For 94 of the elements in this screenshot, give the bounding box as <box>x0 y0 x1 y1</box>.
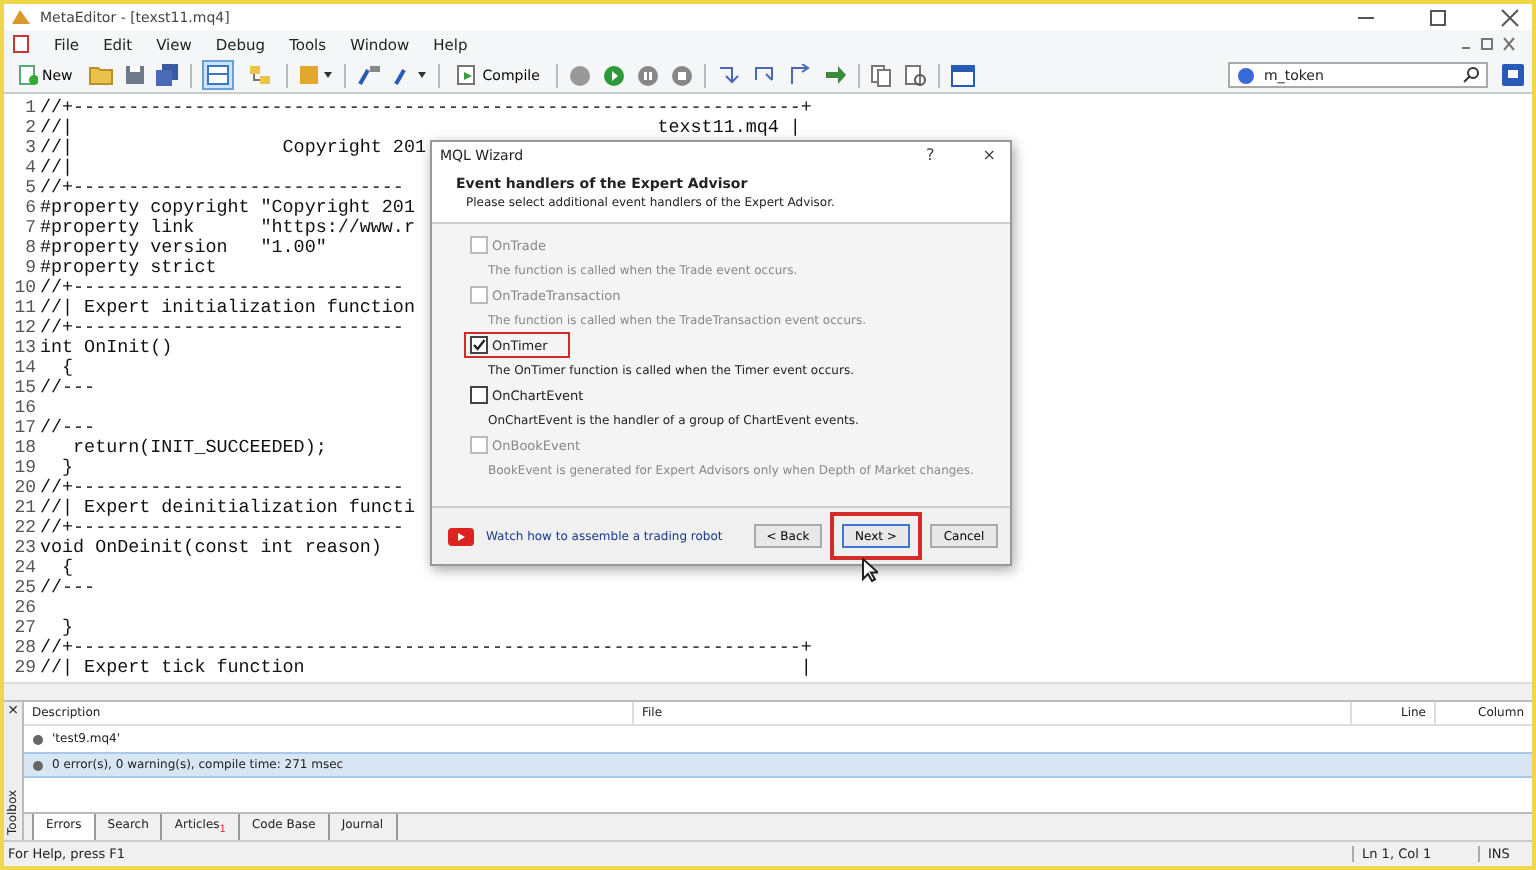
code-line: //+------------------------------ <box>40 518 404 538</box>
line-number: 22 <box>12 518 36 538</box>
code-line: //| texst11.mq4 | <box>40 118 801 138</box>
find-icon[interactable] <box>903 63 928 87</box>
line-number: 11 <box>12 298 36 318</box>
code-line: } <box>60 618 74 638</box>
code-line: //+------------------------------ <box>40 278 404 298</box>
code-line: //+------------------------------ <box>40 318 404 338</box>
view-toggle-button[interactable] <box>202 60 235 90</box>
code-line: #property version "1.00" <box>40 238 327 258</box>
line-number: 28 <box>12 638 36 658</box>
checkbox-icon <box>470 236 488 254</box>
line-number: 9 <box>23 258 36 278</box>
search-icon <box>1462 66 1480 84</box>
line-number: 8 <box>23 238 36 258</box>
close-icon[interactable] <box>1500 7 1520 27</box>
maximize-icon[interactable] <box>1428 7 1448 27</box>
save-all-icon[interactable] <box>156 64 181 86</box>
step-out-icon[interactable] <box>787 64 814 86</box>
pause-icon[interactable] <box>635 63 660 87</box>
line-number: 24 <box>12 558 36 578</box>
line-number: 1 <box>23 98 36 118</box>
code-line: { <box>60 558 74 578</box>
line-number: 14 <box>12 358 36 378</box>
line-number: 15 <box>12 378 36 398</box>
code-line: //+------------------------------ <box>40 178 404 198</box>
styler-icon[interactable] <box>298 64 335 86</box>
variable-icon[interactable] <box>356 64 383 86</box>
line-number: 12 <box>12 318 36 338</box>
compile-icon <box>456 64 479 86</box>
checkbox-icon <box>470 436 488 454</box>
checkbox-icon <box>470 336 488 354</box>
code-line: //+------------------------------------------------------------------+ <box>40 98 812 118</box>
line-number: 27 <box>12 618 36 638</box>
code-line: //+------------------------------------------------------------------+ <box>40 638 812 658</box>
code-line: //--- <box>40 378 96 398</box>
close-button[interactable]: × <box>976 146 1002 164</box>
folder-icon[interactable] <box>88 64 115 86</box>
debug-icon[interactable] <box>567 63 592 87</box>
code-line: //| Expert tick function | <box>40 658 812 678</box>
code-line: //--- <box>40 578 96 598</box>
code-line: //+------------------------------ <box>40 478 404 498</box>
code-line: return(INIT_SUCCEEDED); <box>71 438 327 458</box>
line-number: 4 <box>23 158 36 178</box>
code-line: int OnInit() <box>40 338 173 358</box>
horizontal-scrollbar[interactable] <box>4 682 1532 700</box>
line-number: 29 <box>12 658 36 678</box>
line-number: 10 <box>12 278 36 298</box>
arrow-icon[interactable] <box>823 64 848 86</box>
line-number: 23 <box>12 538 36 558</box>
line-number: 20 <box>12 478 36 498</box>
checkbox-icon <box>470 386 488 404</box>
code-line: #property strict <box>40 258 217 278</box>
line-number: 13 <box>12 338 36 358</box>
line-number: 16 <box>12 398 36 418</box>
step-over-icon[interactable] <box>751 64 778 86</box>
code-line: //| Expert initialization function <box>40 298 415 318</box>
line-number: 7 <box>23 218 36 238</box>
line-number: 19 <box>12 458 36 478</box>
line-number: 18 <box>12 438 36 458</box>
line-number: 2 <box>23 118 36 138</box>
line-number: 17 <box>12 418 36 438</box>
bullet-icon <box>32 759 44 771</box>
code-line: { <box>60 358 74 378</box>
code-line: void OnDeinit(const int reason) <box>40 538 382 558</box>
window-icon[interactable] <box>949 63 976 87</box>
code-line: //| Copyright 201 <box>40 138 426 158</box>
bullet-icon <box>32 733 44 745</box>
line-number: 25 <box>12 578 36 598</box>
code-line: #property copyright "Copyright 201 <box>40 198 415 218</box>
step-into-icon[interactable] <box>715 64 742 86</box>
play-icon[interactable] <box>601 63 626 87</box>
code-line: #property link "https://www.r <box>40 218 415 238</box>
new-file-icon <box>18 64 38 86</box>
function-icon[interactable] <box>392 64 429 86</box>
checkbox-icon <box>470 286 488 304</box>
code-line: //--- <box>40 418 96 438</box>
code-line: //| <box>40 158 74 178</box>
line-number: 6 <box>23 198 36 218</box>
code-line: } <box>60 458 74 478</box>
line-number: 26 <box>12 598 36 618</box>
code-line: //| Expert deinitialization functi <box>40 498 415 518</box>
line-number: 5 <box>23 178 36 198</box>
copy-icon[interactable] <box>869 63 894 87</box>
mdi-controls-icon[interactable] <box>1460 36 1516 52</box>
stop-icon[interactable] <box>669 63 694 87</box>
help-button[interactable]: ? <box>920 146 941 164</box>
document-icon[interactable] <box>12 34 30 54</box>
help-icon[interactable] <box>1502 64 1524 86</box>
video-icon <box>448 527 474 545</box>
line-number: 3 <box>23 138 36 158</box>
line-number: 21 <box>12 498 36 518</box>
save-icon[interactable] <box>124 64 147 86</box>
globe-icon <box>1236 65 1256 85</box>
